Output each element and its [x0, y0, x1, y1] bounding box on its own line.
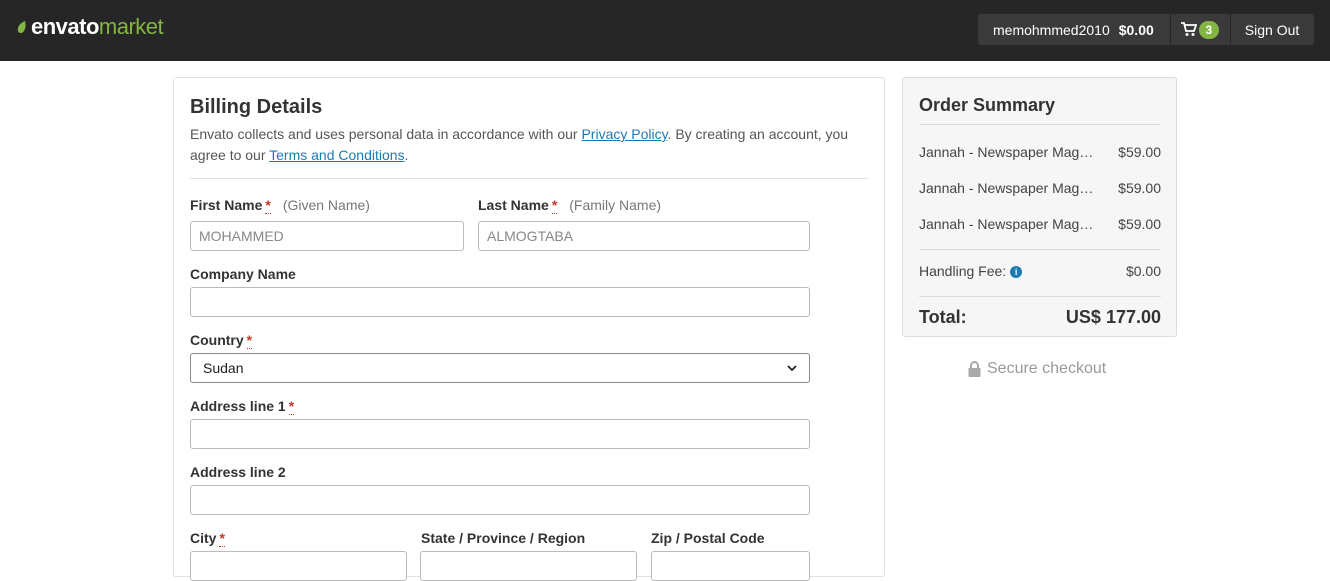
label-text: Handling Fee: [919, 263, 1007, 279]
required-mark: * [246, 332, 253, 349]
intro-text: . [404, 147, 409, 163]
billing-details-panel: Billing Details Envato collects and uses… [173, 77, 885, 581]
cart-button[interactable]: 3 [1170, 14, 1230, 45]
total-row: Total: US$ 177.00 [919, 307, 1161, 328]
order-item: Jannah - Newspaper Magazine News BuddyPr… [919, 180, 1161, 196]
last-name-hint: (Family Name) [569, 197, 662, 213]
billing-intro: Envato collects and uses personal data i… [190, 124, 860, 166]
total-value: US$ 177.00 [1065, 307, 1161, 327]
cart-icon [1180, 22, 1197, 36]
label-text: Country [190, 332, 244, 348]
privacy-policy-link[interactable]: Privacy Policy [581, 126, 667, 142]
city-label: City * [190, 530, 225, 547]
label-text: State / Province / Region [421, 530, 586, 546]
lock-icon [968, 361, 981, 377]
order-item-name[interactable]: Jannah - Newspaper Magazine News BuddyPr… [919, 216, 1097, 232]
label-text: Zip / Postal Code [651, 530, 765, 546]
secure-checkout-note: Secure checkout [968, 360, 1106, 378]
logo-text-envato: envato [31, 14, 99, 39]
company-name-label: Company Name [190, 266, 296, 282]
address-line-2-label: Address line 2 [190, 464, 286, 480]
label-text: Address line 2 [190, 464, 286, 480]
leaf-icon [17, 21, 26, 34]
address-line-2-input[interactable] [190, 485, 810, 515]
divider [919, 296, 1161, 297]
handling-fee-label: Handling Fee: i [919, 263, 1023, 279]
sign-out-button[interactable]: Sign Out [1230, 14, 1315, 45]
top-navigation-bar: envato market memohmmed2010 $0.00 3 Sign… [0, 0, 1330, 61]
order-item-name[interactable]: Jannah - Newspaper Magazine News BuddyPr… [919, 144, 1097, 160]
first-name-label: First Name * (Given Name) [190, 197, 370, 214]
cart-count-badge: 3 [1198, 20, 1219, 39]
order-item-price: $59.00 [1118, 180, 1161, 196]
required-mark: * [551, 197, 558, 214]
required-mark: * [265, 197, 271, 214]
billing-title: Billing Details [190, 96, 323, 118]
country-label: Country * [190, 332, 253, 349]
handling-fee-value: $0.00 [1125, 263, 1161, 279]
handling-fee-row: Handling Fee: i $0.00 [919, 263, 1161, 279]
account-balance: $0.00 [1118, 21, 1154, 38]
company-name-input[interactable] [190, 287, 810, 317]
order-item-price: $59.00 [1118, 144, 1161, 160]
divider [190, 178, 868, 179]
city-input[interactable] [190, 551, 407, 581]
last-name-label: Last Name * (Family Name) [478, 197, 662, 214]
country-selected-value: Sudan [203, 360, 244, 376]
label-text: City [190, 530, 217, 546]
label-text: Last Name [478, 197, 549, 213]
last-name-input[interactable]: ALMOGTABA [478, 221, 810, 251]
terms-link[interactable]: Terms and Conditions [269, 147, 404, 163]
divider [919, 124, 1161, 125]
chevron-down-icon [787, 364, 797, 371]
label-text: First Name [190, 197, 263, 213]
label-text: Address line 1 [190, 398, 286, 414]
required-mark: * [219, 530, 225, 547]
info-icon[interactable]: i [1010, 266, 1023, 278]
country-select[interactable]: Sudan [190, 353, 810, 383]
first-name-input[interactable]: MOHAMMED [190, 221, 464, 251]
user-menu: memohmmed2010 $0.00 3 Sign Out [978, 14, 1315, 45]
order-item: Jannah - Newspaper Magazine News BuddyPr… [919, 144, 1161, 160]
order-item-price: $59.00 [1118, 216, 1161, 232]
divider [919, 249, 1161, 250]
order-item: Jannah - Newspaper Magazine News BuddyPr… [919, 216, 1161, 232]
username: memohmmed2010 [993, 21, 1110, 38]
address-line-1-input[interactable] [190, 419, 810, 449]
order-item-name[interactable]: Jannah - Newspaper Magazine News BuddyPr… [919, 180, 1097, 196]
logo-text-market: market [98, 14, 164, 39]
required-mark: * [288, 398, 295, 415]
intro-text: Envato collects and uses personal data i… [190, 126, 582, 142]
total-label: Total: [919, 307, 967, 327]
zip-label: Zip / Postal Code [651, 530, 765, 546]
state-input[interactable] [420, 551, 637, 581]
secure-checkout-text: Secure checkout [987, 360, 1107, 377]
order-summary-panel: Order Summary Jannah - Newspaper Magazin… [902, 77, 1177, 337]
account-button[interactable]: memohmmed2010 $0.00 [978, 14, 1170, 45]
label-text: Company Name [190, 266, 296, 282]
order-summary-title: Order Summary [919, 95, 1056, 115]
zip-input[interactable] [651, 551, 810, 581]
state-label: State / Province / Region [421, 530, 585, 546]
first-name-hint: (Given Name) [282, 197, 370, 213]
address-line-1-label: Address line 1 * [190, 398, 295, 415]
envato-market-logo[interactable]: envato market [16, 14, 164, 40]
